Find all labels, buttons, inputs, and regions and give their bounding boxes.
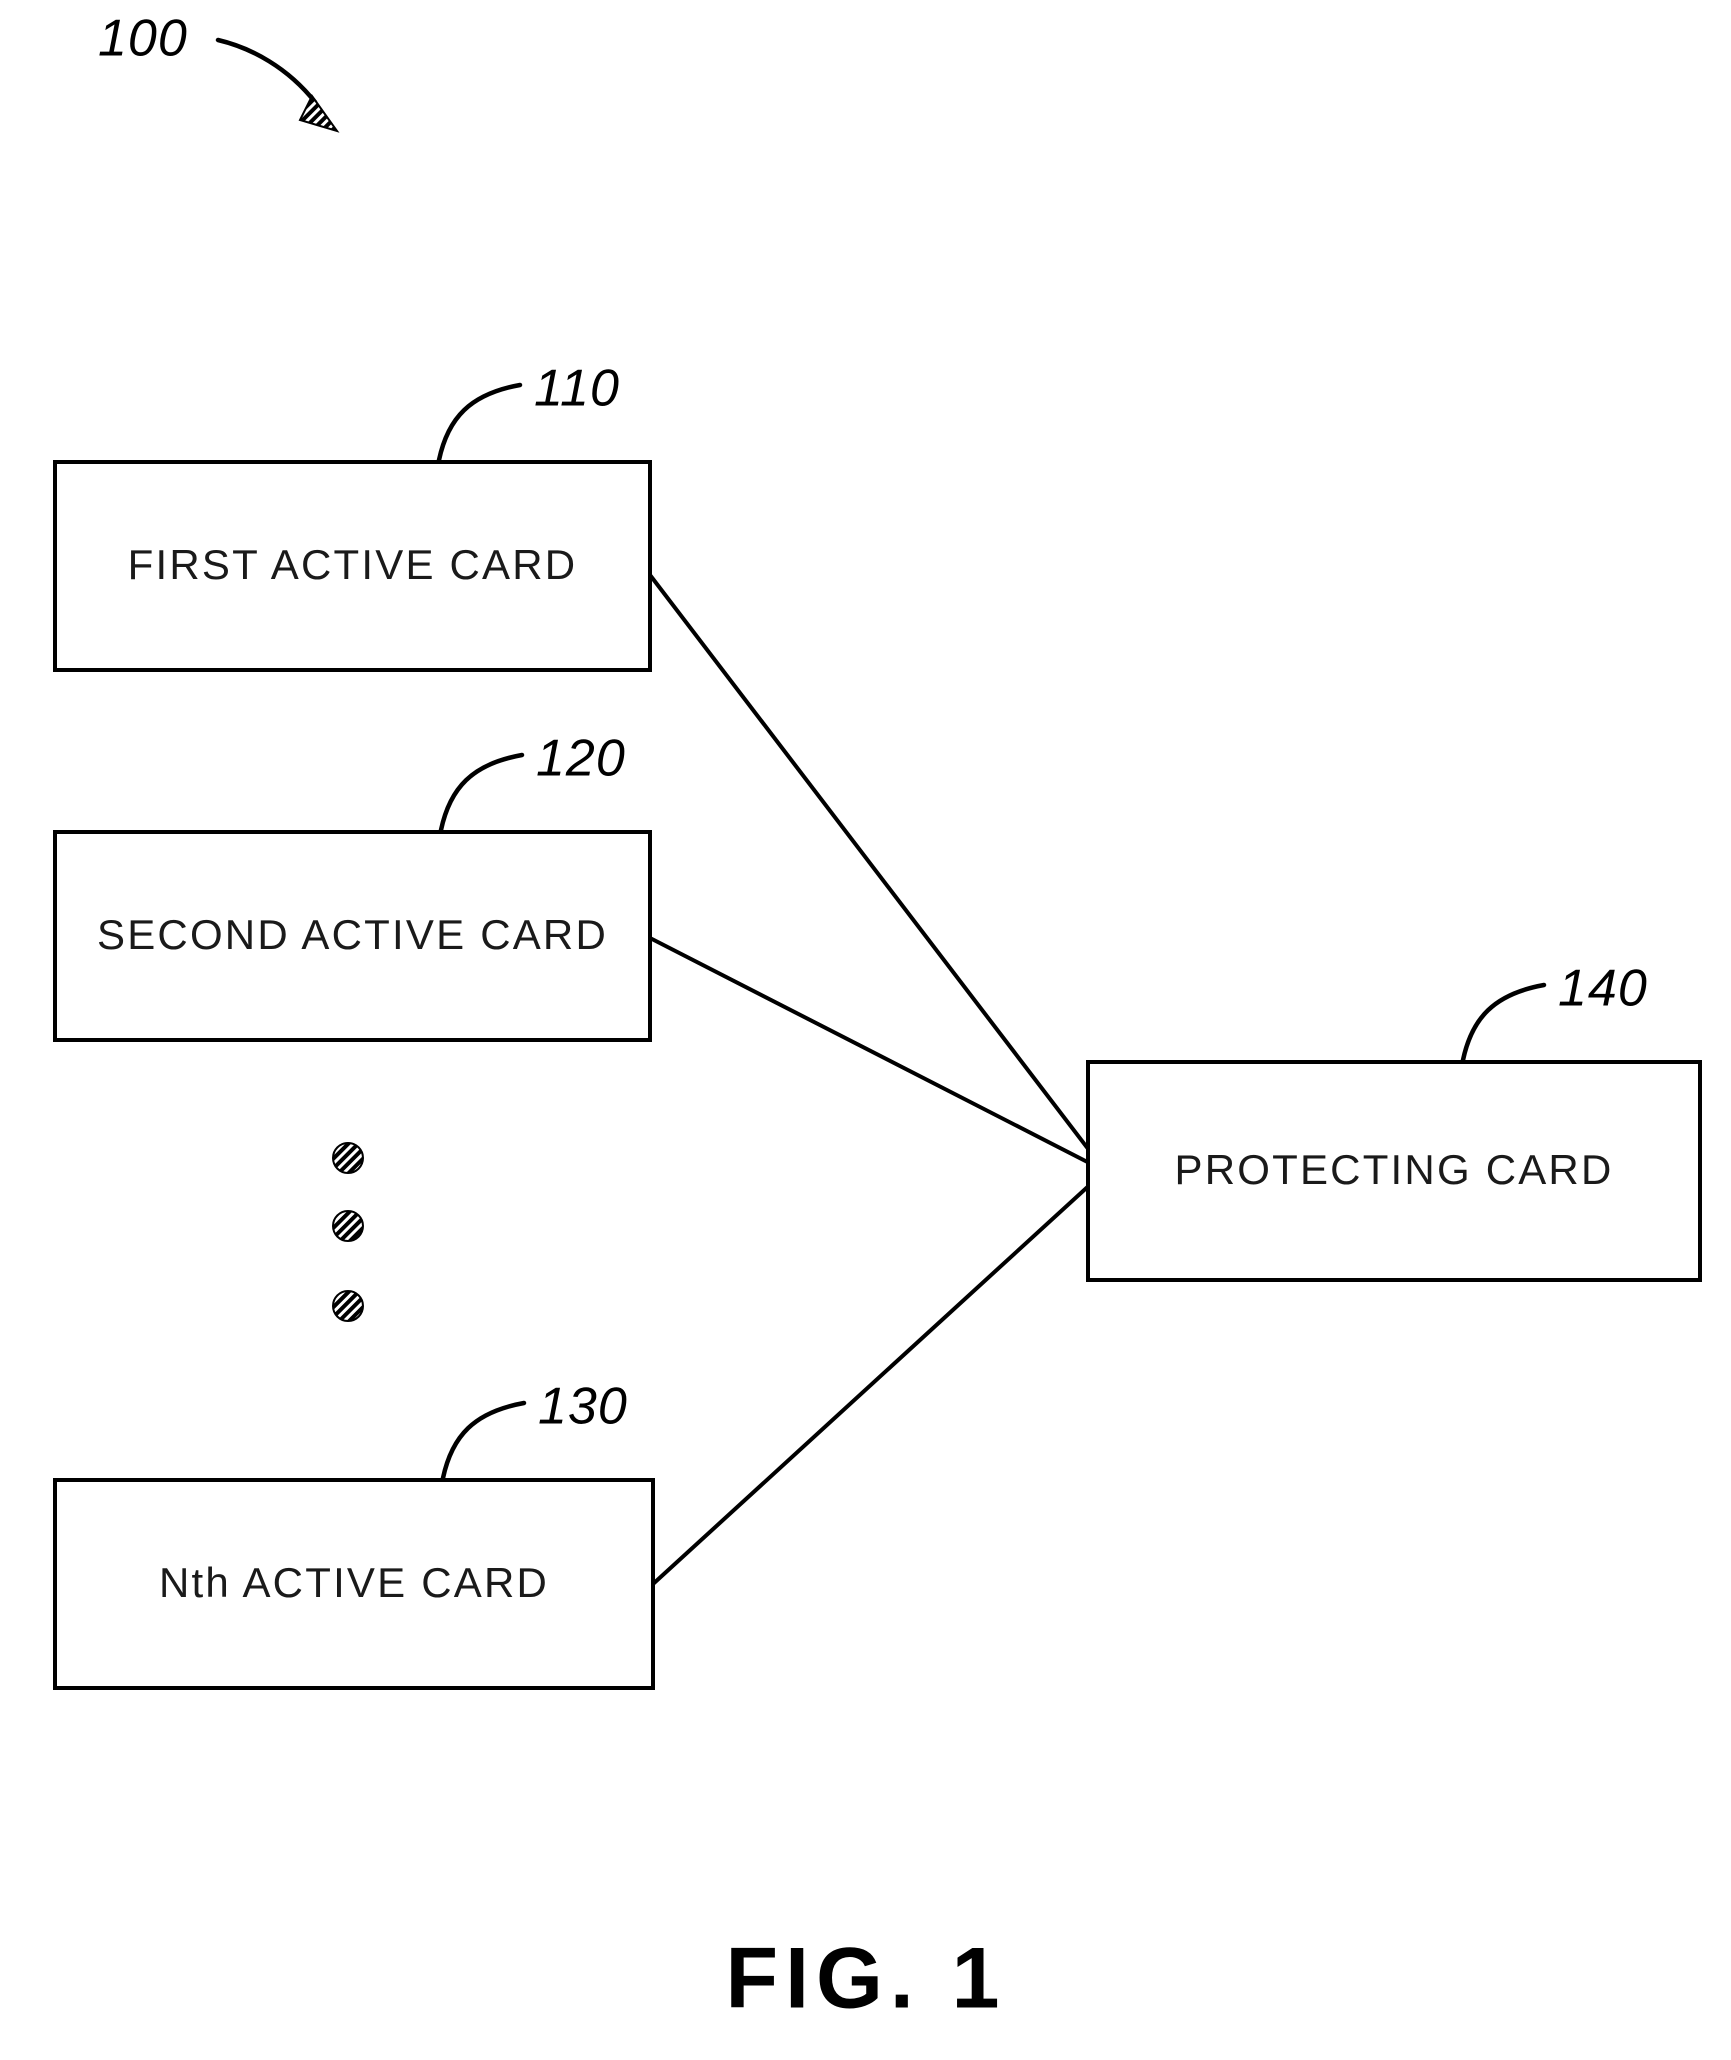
figure-caption: FIG. 1	[726, 1931, 1007, 2027]
ellipsis-dot	[332, 1210, 364, 1242]
block-protecting-card[interactable]: PROTECTING CARD 140	[1086, 960, 1702, 1282]
connection-line-first-to-protecting	[648, 573, 1107, 1173]
block-first-active-card[interactable]: FIRST ACTIVE CARD 110	[53, 360, 652, 672]
reference-numeral-110: 110	[534, 360, 620, 418]
system-reference-callout: 100	[98, 10, 340, 133]
protecting-card-label: PROTECTING CARD	[1174, 1146, 1613, 1193]
ellipsis-dot	[332, 1290, 364, 1322]
second-active-card-label: SECOND ACTIVE CARD	[97, 911, 608, 958]
connection-line-second-to-protecting	[649, 936, 1106, 1173]
leader-line-130	[440, 1400, 527, 1481]
leader-line-140	[1460, 982, 1547, 1063]
reference-numeral-140: 140	[1558, 960, 1648, 1018]
system-leader-line	[215, 37, 318, 105]
reference-numeral-130: 130	[538, 1378, 628, 1436]
block-nth-active-card[interactable]: Nth ACTIVE CARD 130	[53, 1378, 655, 1690]
system-arrowhead-icon	[298, 94, 340, 133]
patent-figure: 100 FIRST ACTIVE CARD 110 SECOND ACTIVE …	[0, 0, 1731, 2060]
vertical-ellipsis	[332, 1142, 364, 1322]
block-second-active-card[interactable]: SECOND ACTIVE CARD 120	[53, 730, 652, 1042]
connection-line-nth-to-protecting	[651, 1169, 1107, 1586]
connection-lines	[648, 573, 1107, 1586]
reference-numeral-120: 120	[536, 730, 626, 788]
ellipsis-dot	[332, 1142, 364, 1174]
reference-numeral-100: 100	[98, 10, 188, 68]
leader-line-120	[438, 752, 525, 833]
figure-canvas: 100 FIRST ACTIVE CARD 110 SECOND ACTIVE …	[53, 10, 1702, 2027]
first-active-card-label: FIRST ACTIVE CARD	[128, 541, 578, 588]
nth-active-card-label: Nth ACTIVE CARD	[159, 1559, 549, 1606]
leader-line-110	[436, 382, 523, 463]
